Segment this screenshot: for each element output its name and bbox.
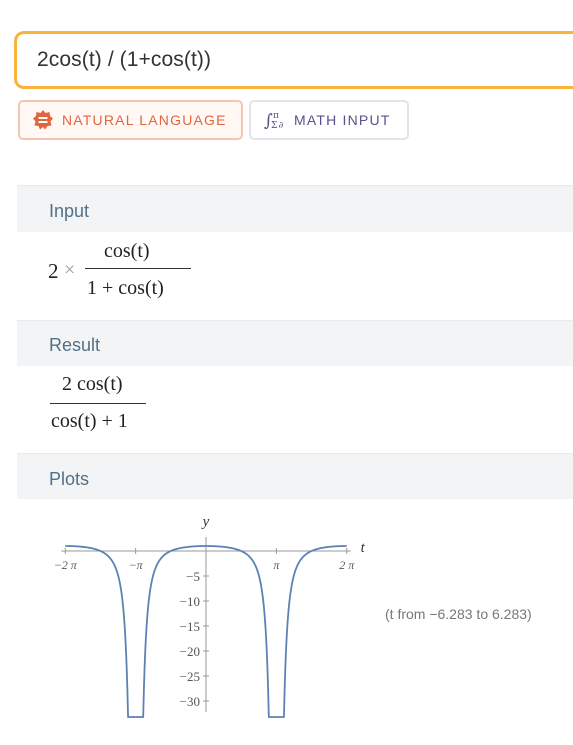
y-tick-label: −10 <box>180 594 200 609</box>
y-tick-label: −5 <box>186 569 200 584</box>
plot-range-note: (t from −6.283 to 6.283) <box>385 606 532 622</box>
x-tick-label: −π <box>129 558 144 572</box>
y-axis-label: y <box>201 514 210 530</box>
y-tick-label: −30 <box>180 694 200 709</box>
y-tick-label: −15 <box>180 619 200 634</box>
x-axis-label: t <box>361 540 366 556</box>
x-tick-label: 2 π <box>339 558 355 572</box>
curve-segment <box>276 545 347 718</box>
x-tick-label: −2 π <box>54 558 78 572</box>
y-tick-label: −20 <box>180 644 200 659</box>
x-tick-label: π <box>273 558 280 572</box>
y-tick-label: −25 <box>180 669 200 684</box>
